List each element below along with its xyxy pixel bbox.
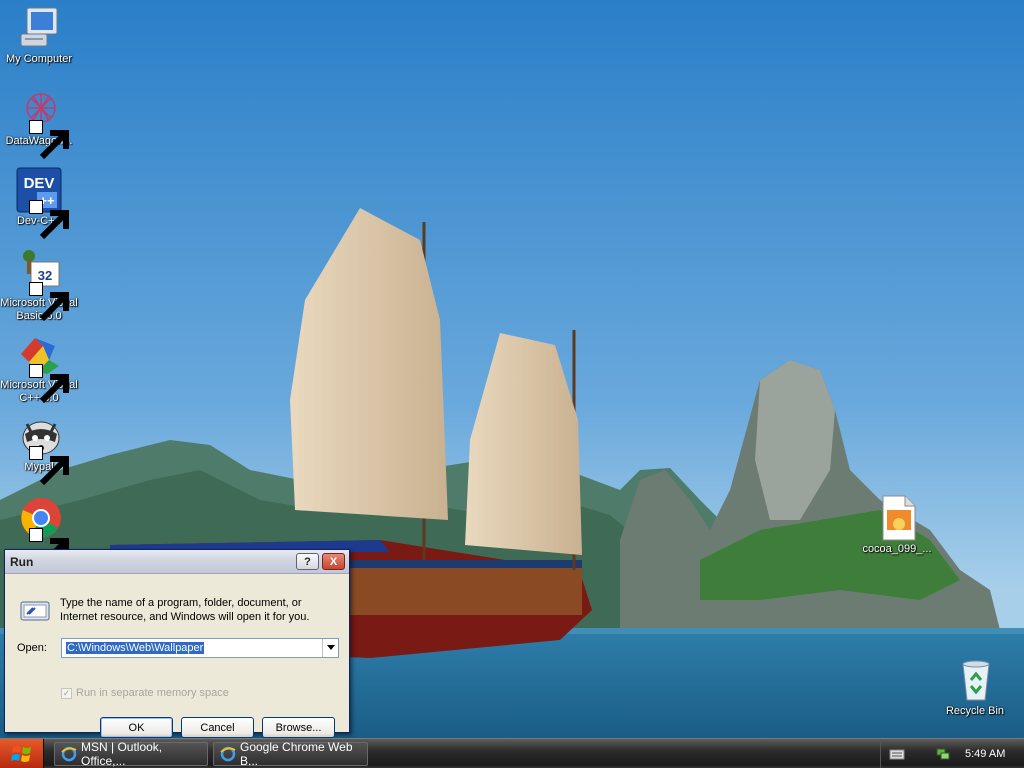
- computer-icon: [15, 4, 63, 52]
- datawagon-icon: [15, 86, 69, 160]
- desktop-icon-label: Recycle Bin: [945, 705, 1005, 717]
- run-dialog-body: Type the name of a program, folder, docu…: [5, 574, 349, 738]
- dropdown-button[interactable]: [322, 639, 338, 657]
- checkbox-box: ✓: [61, 687, 72, 699]
- clock[interactable]: 5:49 AM: [965, 748, 1005, 760]
- desktop-icon-datawagon[interactable]: DataWagon...: [0, 86, 78, 160]
- shortcut-arrow-icon: [29, 200, 69, 240]
- system-tray: 5:49 AM: [880, 739, 1024, 768]
- open-input[interactable]: C:\Windows\Web\Wallpaper: [62, 642, 322, 654]
- separate-memory-checkbox: ✓ Run in separate memory space: [61, 687, 229, 699]
- svg-text:32: 32: [38, 268, 52, 283]
- cancel-button[interactable]: Cancel: [181, 717, 254, 738]
- shortcut-arrow-icon: [29, 120, 69, 160]
- close-button[interactable]: X: [322, 553, 345, 570]
- ie-icon: [220, 746, 236, 762]
- browse-button[interactable]: Browse...: [262, 717, 335, 738]
- ok-button[interactable]: OK: [100, 717, 173, 738]
- shortcut-arrow-icon: [29, 364, 69, 404]
- close-icon: X: [329, 555, 338, 568]
- svg-text:DEV: DEV: [24, 175, 55, 192]
- run-dialog-title: Run: [10, 554, 34, 569]
- run-dialog-titlebar[interactable]: Run ? X: [5, 550, 349, 574]
- desktop-icon-visual-basic[interactable]: 32 Microsoft Visual Basic 6.0: [0, 248, 78, 323]
- ie-icon: [61, 746, 77, 762]
- chevron-down-icon: [326, 645, 335, 650]
- start-button[interactable]: [0, 739, 44, 768]
- run-dialog: Run ? X Type the name of a program, fold…: [4, 549, 350, 738]
- desktop-icon-label: My Computer: [5, 53, 73, 65]
- help-icon: ?: [304, 555, 311, 568]
- open-label: Open:: [17, 642, 47, 654]
- desktop-icon-mypal[interactable]: Mypal: [0, 412, 78, 486]
- image-file-icon: [873, 494, 921, 542]
- taskbar-button-msn[interactable]: MSN | Outlook, Office,...: [54, 740, 208, 768]
- help-button[interactable]: ?: [296, 553, 319, 570]
- open-input-text: C:\Windows\Web\Wallpaper: [66, 642, 205, 654]
- desktop-icon-recycle-bin[interactable]: Recycle Bin: [936, 656, 1014, 718]
- taskbar-button-label: Google Chrome Web B...: [240, 740, 353, 768]
- run-icon: [19, 594, 51, 626]
- desktop-icon-cocoa-file[interactable]: cocoa_099_...: [858, 494, 936, 556]
- dev-cpp-icon: DEV ++: [15, 166, 69, 240]
- desktop-icon-visual-cpp[interactable]: Microsoft Visual C++ 6.0: [0, 330, 78, 405]
- recycle-bin-icon: [951, 656, 999, 704]
- taskbar: MSN | Outlook, Office,... Google Chrome …: [0, 738, 1024, 768]
- shortcut-arrow-icon: [29, 528, 69, 568]
- desktop-icon-label: cocoa_099_...: [862, 543, 932, 555]
- windows-logo-icon: [10, 745, 31, 762]
- keyboard-icon[interactable]: [889, 747, 905, 761]
- visual-basic-icon: 32: [15, 248, 69, 322]
- taskbar-button-label: MSN | Outlook, Office,...: [81, 740, 163, 768]
- visual-cpp-icon: [15, 330, 69, 404]
- desktop-icon-chrome[interactable]: [0, 494, 78, 568]
- open-combobox[interactable]: C:\Windows\Web\Wallpaper: [61, 638, 339, 658]
- taskbar-button-chrome[interactable]: Google Chrome Web B...: [213, 740, 368, 768]
- desktop-icon-my-computer[interactable]: My Computer: [0, 4, 78, 66]
- run-description: Type the name of a program, folder, docu…: [60, 597, 310, 623]
- chrome-icon: [15, 494, 69, 568]
- shortcut-arrow-icon: [29, 282, 69, 322]
- separate-memory-label: Run in separate memory space: [76, 687, 229, 699]
- shortcut-arrow-icon: [29, 446, 69, 486]
- raccoon-icon: [15, 412, 69, 486]
- desktop-icon-dev-cpp[interactable]: DEV ++ Dev-C++: [0, 166, 78, 240]
- network-icon[interactable]: [935, 747, 951, 761]
